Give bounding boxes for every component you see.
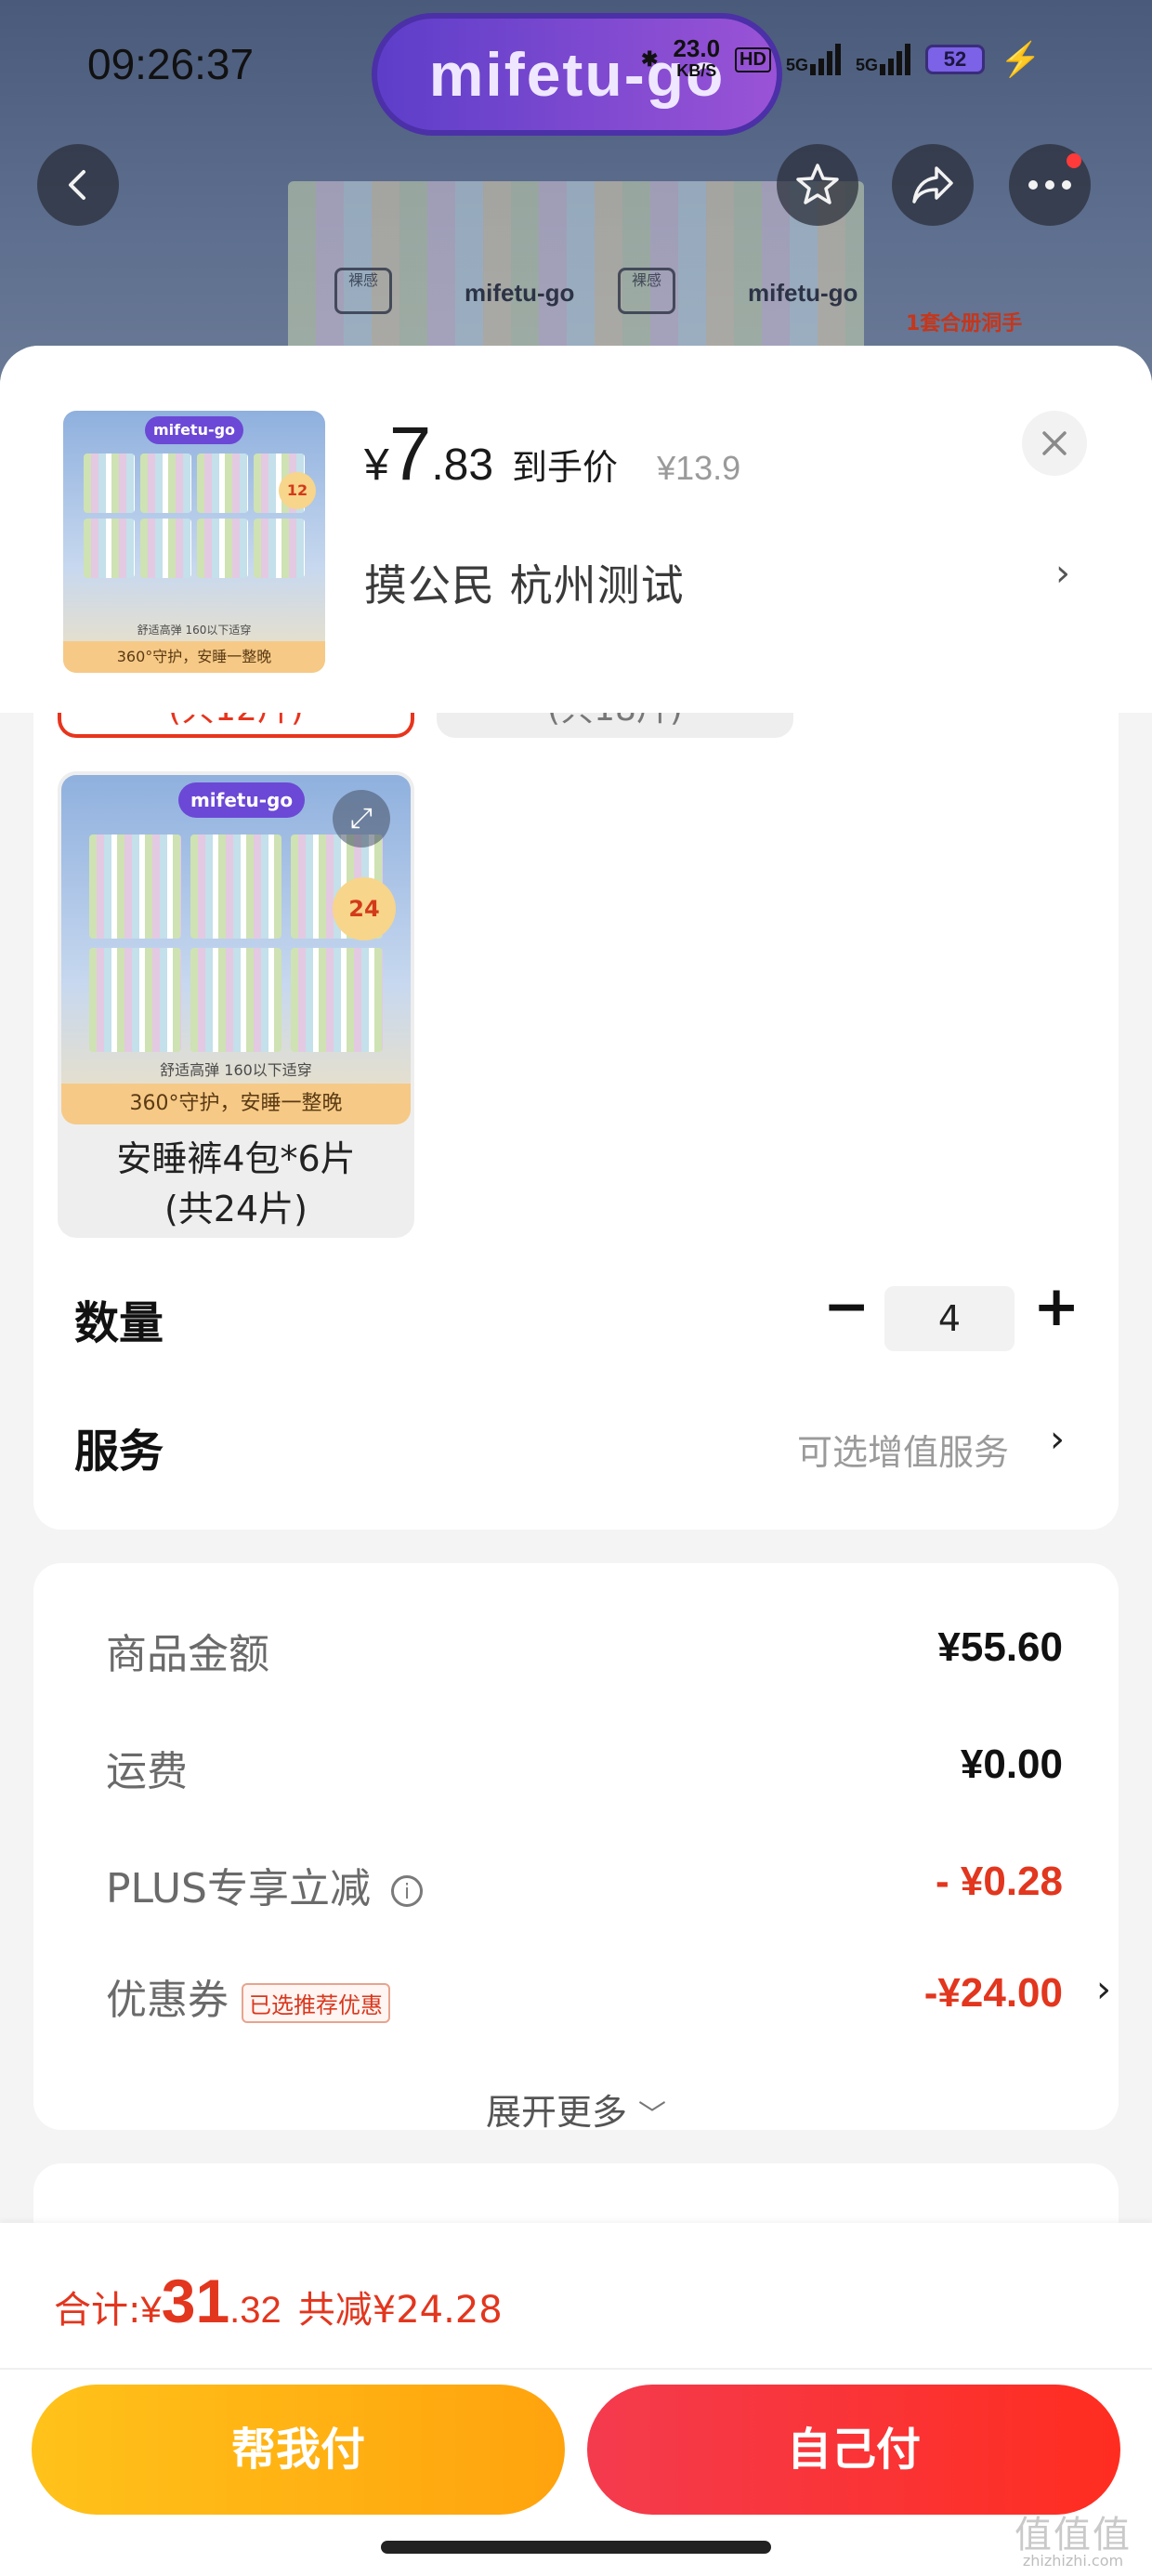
help-pay-button[interactable]: 帮我付 — [32, 2385, 565, 2515]
thumbnail-packs — [84, 453, 305, 578]
option-label-line2: (共24片) — [164, 1189, 308, 1229]
quantity-minus-button[interactable]: − — [823, 1273, 870, 1340]
sim1-label: 5G — [785, 56, 808, 74]
fee-row-plus: PLUS专享立减 i - ¥0.28 — [106, 1855, 1111, 1920]
chevron-right-icon[interactable]: › — [1055, 552, 1070, 595]
quantity-input[interactable]: 4 — [884, 1286, 1015, 1351]
service-label: 服务 — [74, 1426, 164, 1478]
fee-row-shipping: 运费 ¥0.00 — [106, 1738, 1111, 1803]
watermark: 值值值 zhizhizhi.com — [1015, 2514, 1132, 2574]
close-button[interactable] — [1022, 411, 1087, 476]
bluetooth-icon: ✱ — [641, 47, 659, 71]
coupon-label: 优惠券 已选推荐优惠 — [106, 1966, 390, 2026]
original-price: ¥13.9 — [657, 449, 741, 487]
plus-discount-text: PLUS专享立减 — [106, 1865, 371, 1912]
star-icon — [796, 164, 839, 204]
option-image-subtext: 舒适高弹 160以下适穿 — [160, 1061, 312, 1079]
fee-card: 商品金额 ¥55.60 运费 ¥0.00 PLUS专享立减 i - ¥0.28 优… — [33, 1563, 1119, 2133]
status-icons: ✱ 23.0 KB/S HD 5G 5G 52 ⚡ — [641, 34, 1041, 82]
favorite-button[interactable] — [777, 144, 858, 226]
price-integer: 7 — [388, 412, 432, 496]
thumbnail-badge: 12 — [279, 472, 316, 509]
background-brand: mifetu-go — [465, 279, 575, 307]
total-line: 合计: ¥ 31 .32 共减¥24.28 — [54, 2266, 503, 2336]
battery-icon: 52 — [924, 45, 985, 74]
service-value[interactable]: 可选增值服务 — [797, 1424, 1009, 1475]
total-saved: 共减¥24.28 — [297, 2289, 503, 2332]
sim1-signal-icon: 5G — [786, 44, 841, 75]
price-label: 到手价 — [512, 447, 619, 488]
option-card[interactable]: mifetu-go 24 舒适高弹 160以下适穿 360°守护，安睡一整晚 ⤢… — [58, 771, 414, 1238]
sim2-signal-icon: 5G — [856, 44, 910, 75]
total-decimal: .32 — [229, 2290, 281, 2331]
charging-icon: ⚡ — [999, 40, 1041, 78]
more-icon — [1028, 180, 1071, 190]
expand-more-button[interactable]: 展开更多 ﹀ — [33, 2083, 1119, 2135]
total-label: 合计: — [54, 2289, 141, 2332]
product-thumbnail[interactable]: mifetu-go 12 舒适高弹 160以下适穿 360°守护，安睡一整晚 — [63, 411, 325, 673]
fee-row-goods: 商品金额 ¥55.60 — [106, 1621, 1111, 1686]
watermark-url: zhizhizhi.com — [1022, 2552, 1124, 2569]
status-time: 09:26:37 — [87, 40, 255, 88]
sheet-header: mifetu-go 12 舒适高弹 160以下适穿 360°守护，安睡一整晚 ¥… — [0, 346, 1152, 713]
shipping-address[interactable]: 摸公民 杭州测试 — [364, 552, 685, 613]
chevron-left-icon — [69, 170, 85, 200]
option-image-caption: 360°守护，安睡一整晚 — [61, 1084, 411, 1124]
coupon-amount: -¥24.00 — [923, 1970, 1063, 2016]
share-button[interactable] — [892, 144, 974, 226]
divider — [0, 2368, 1152, 2370]
hd-icon: HD — [735, 46, 771, 72]
background-tag: 裸感 — [618, 268, 675, 314]
back-button[interactable] — [37, 144, 119, 226]
expand-more-label: 展开更多 — [485, 2092, 627, 2133]
total-symbol: ¥ — [140, 2290, 162, 2331]
plus-discount-label: PLUS专享立减 i — [106, 1855, 423, 1914]
network-speed: 23.0 KB/S — [673, 34, 721, 82]
option-label: 安睡裤4包*6片 (共24片) — [58, 1134, 414, 1234]
background-tag: 裸感 — [334, 268, 392, 314]
home-indicator[interactable] — [381, 2541, 771, 2554]
background-badge: 1套合册洞手 — [906, 312, 1023, 335]
thumbnail-subtext: 舒适高弹 160以下适穿 — [137, 624, 252, 637]
coupon-tag: 已选推荐优惠 — [242, 1982, 390, 2023]
notification-dot — [1067, 153, 1081, 168]
more-button[interactable] — [1009, 144, 1091, 226]
shipping-amount: ¥0.00 — [960, 1741, 1063, 1787]
background-brand: mifetu-go — [748, 279, 858, 307]
plus-discount-amount: - ¥0.28 — [936, 1859, 1063, 1904]
close-icon — [1042, 431, 1067, 455]
checkout-bar: 合计: ¥ 31 .32 共减¥24.28 帮我付 自己付 值值值 zhizhi… — [0, 2223, 1152, 2576]
option-label-line1: 安睡裤4包*6片 — [116, 1138, 356, 1179]
self-pay-button[interactable]: 自己付 — [587, 2385, 1120, 2515]
fee-row-coupon[interactable]: 优惠券 已选推荐优惠 -¥24.00 › — [106, 1966, 1111, 2031]
option-image-packs — [89, 835, 383, 1052]
price-decimal: .83 — [431, 440, 494, 490]
total-integer: 31 — [161, 2267, 230, 2335]
chevron-right-icon[interactable]: › — [1096, 1968, 1111, 2011]
goods-amount-label: 商品金额 — [106, 1631, 269, 1678]
chevron-down-icon: ﹀ — [638, 2099, 667, 2132]
share-icon — [912, 166, 953, 204]
network-speed-unit: KB/S — [676, 61, 717, 80]
info-icon[interactable]: i — [391, 1875, 423, 1907]
thumbnail-logo: mifetu-go — [145, 416, 243, 444]
option-image-logo: mifetu-go — [178, 782, 305, 818]
watermark-text: 值值值 — [1015, 2514, 1132, 2556]
chevron-right-icon[interactable]: › — [1050, 1418, 1065, 1461]
coupon-text: 优惠券 — [106, 1977, 229, 2024]
network-speed-value: 23.0 — [673, 34, 721, 62]
quantity-label: 数量 — [74, 1297, 164, 1349]
price-row: ¥ 7 .83 到手价 ¥13.9 — [364, 411, 740, 498]
price-symbol: ¥ — [364, 440, 389, 490]
thumbnail-caption: 360°守护，安睡一整晚 — [63, 641, 325, 673]
shipping-label: 运费 — [106, 1748, 188, 1795]
quantity-plus-button[interactable]: + — [1033, 1273, 1080, 1340]
option-image-badge: 24 — [333, 877, 396, 940]
expand-icon[interactable]: ⤢ — [333, 790, 390, 848]
goods-amount: ¥55.60 — [937, 1624, 1063, 1670]
sim2-label: 5G — [855, 56, 878, 74]
